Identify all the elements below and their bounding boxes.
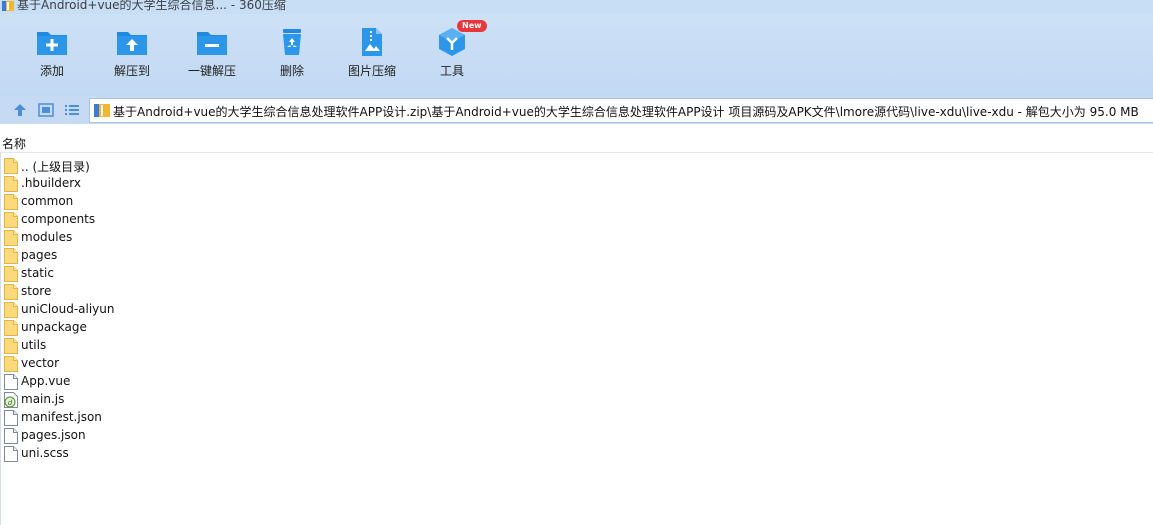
file-name: modules bbox=[21, 230, 73, 244]
file-name: main.js bbox=[21, 392, 65, 406]
folder-icon bbox=[4, 194, 18, 210]
zip-archive-icon bbox=[94, 104, 110, 117]
file-name: uni.scss bbox=[21, 446, 69, 460]
file-list-item[interactable]: store bbox=[0, 283, 600, 301]
file-list-item[interactable]: d main.js bbox=[0, 391, 600, 409]
add-button[interactable]: 添加 bbox=[12, 28, 92, 79]
folder-icon bbox=[4, 302, 18, 318]
folder-icon bbox=[4, 338, 18, 354]
name-column-header[interactable]: 名称 bbox=[2, 135, 26, 152]
file-name: unpackage bbox=[21, 320, 87, 334]
file-list-item[interactable]: modules bbox=[0, 229, 600, 247]
file-list-item[interactable]: uni.scss bbox=[0, 445, 600, 463]
tools-button[interactable]: New 工具 bbox=[412, 20, 492, 79]
file-list-item[interactable]: utils bbox=[0, 337, 600, 355]
file-icon bbox=[4, 410, 18, 426]
archive-app-icon bbox=[2, 1, 14, 11]
file-name: pages.json bbox=[21, 428, 86, 442]
file-list: .. (上级目录) .hbuilderx common components modul… bbox=[0, 157, 600, 463]
file-list-item[interactable]: uniCloud-aliyun bbox=[0, 301, 600, 319]
file-name: utils bbox=[21, 338, 47, 352]
svg-text:d: d bbox=[8, 399, 13, 407]
folder-icon bbox=[4, 212, 18, 228]
folder-icon bbox=[4, 320, 18, 336]
file-list-item[interactable]: App.vue bbox=[0, 373, 600, 391]
one-click-extract-icon bbox=[197, 32, 227, 55]
file-name: vector bbox=[21, 356, 60, 370]
folder-icon bbox=[4, 248, 18, 264]
file-name: common bbox=[21, 194, 74, 208]
file-icon bbox=[4, 374, 18, 390]
file-name: pages bbox=[21, 248, 58, 262]
image-file-icon bbox=[362, 28, 382, 56]
file-name: uniCloud-aliyun bbox=[21, 302, 115, 316]
title-bar: 基于Android+vue的大学生综合信息... - 360压缩 bbox=[0, 0, 1153, 14]
folder-icon bbox=[4, 266, 18, 282]
file-list-item[interactable]: manifest.json bbox=[0, 409, 600, 427]
file-list-item[interactable]: unpackage bbox=[0, 319, 600, 337]
file-name: components bbox=[21, 212, 96, 226]
file-list-item[interactable]: common bbox=[0, 193, 600, 211]
toolbar: 添加 解压到 一键解压 删除 图片压缩 New 工具 bbox=[0, 14, 1153, 96]
folder-icon bbox=[4, 158, 18, 174]
file-name: store bbox=[21, 284, 52, 298]
file-list-item[interactable]: vector bbox=[0, 355, 600, 373]
add-label: 添加 bbox=[39, 64, 64, 78]
file-list-item[interactable]: .. (上级目录) bbox=[0, 157, 600, 175]
address-bar: 基于Android+vue的大学生综合信息处理软件APP设计.zip\基于And… bbox=[0, 96, 1153, 124]
recycle-bin-icon bbox=[283, 29, 301, 55]
file-list-item[interactable]: pages bbox=[0, 247, 600, 265]
file-name: .hbuilderx bbox=[21, 176, 82, 190]
folder-icon bbox=[4, 356, 18, 372]
image-compress-button[interactable]: 图片压缩 bbox=[332, 28, 412, 79]
tools-cube-icon bbox=[439, 28, 465, 56]
file-name: static bbox=[21, 266, 54, 280]
thumbnail-view-icon[interactable] bbox=[38, 103, 54, 117]
folder-icon bbox=[4, 176, 18, 192]
one-click-extract-button[interactable]: 一键解压 bbox=[172, 28, 252, 79]
one-click-extract-label: 一键解压 bbox=[187, 64, 236, 78]
file-list-item[interactable]: pages.json bbox=[0, 427, 600, 445]
folder-icon bbox=[4, 230, 18, 246]
up-arrow-icon[interactable] bbox=[12, 103, 28, 117]
tools-label: 工具 bbox=[439, 64, 464, 78]
image-compress-label: 图片压缩 bbox=[347, 64, 396, 78]
delete-button[interactable]: 删除 bbox=[252, 28, 332, 79]
file-name: App.vue bbox=[21, 374, 71, 388]
column-header: 名称 bbox=[0, 134, 1153, 153]
file-list-item[interactable]: .hbuilderx bbox=[0, 175, 600, 193]
extract-to-button[interactable]: 解压到 bbox=[92, 28, 172, 79]
file-list-item[interactable]: static bbox=[0, 265, 600, 283]
address-path: 基于Android+vue的大学生综合信息处理软件APP设计.zip\基于And… bbox=[113, 105, 1139, 119]
file-name: manifest.json bbox=[21, 410, 102, 424]
folder-icon bbox=[4, 284, 18, 300]
file-icon bbox=[4, 428, 18, 444]
extract-to-label: 解压到 bbox=[113, 64, 150, 78]
file-name: .. (上级目录) bbox=[21, 160, 90, 174]
file-icon bbox=[4, 446, 18, 462]
address-path-box[interactable]: 基于Android+vue的大学生综合信息处理软件APP设计.zip\基于And… bbox=[89, 98, 1153, 123]
delete-label: 删除 bbox=[279, 64, 304, 78]
add-folder-icon bbox=[37, 32, 67, 55]
file-list-item[interactable]: components bbox=[0, 211, 600, 229]
js-file-icon: d bbox=[4, 392, 18, 408]
extract-folder-icon bbox=[117, 32, 147, 55]
window-title: 基于Android+vue的大学生综合信息... - 360压缩 bbox=[17, 0, 286, 12]
list-view-icon[interactable] bbox=[64, 103, 80, 117]
new-badge: New bbox=[457, 20, 487, 32]
